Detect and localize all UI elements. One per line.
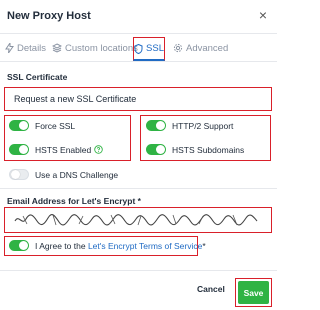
dns-challenge-toggle[interactable]: Use a DNS Challenge [9, 169, 118, 180]
hsts-enabled-switch[interactable] [9, 144, 29, 155]
gear-icon [173, 43, 183, 53]
tab-ssl[interactable]: SSL [133, 37, 165, 61]
ssl-certificate-select[interactable]: Request a new SSL Certificate [4, 87, 272, 111]
agree-required-mark: * [202, 240, 206, 251]
help-circle-icon[interactable] [94, 145, 103, 154]
shield-icon [134, 43, 143, 54]
tab-advanced[interactable]: Advanced [173, 34, 228, 62]
email-label-text: Email Address for Let's Encrypt [7, 196, 136, 206]
redacted-email-scribble [14, 214, 258, 226]
http2-switch[interactable] [146, 120, 166, 131]
tab-advanced-label: Advanced [186, 42, 229, 54]
dialog-title: New Proxy Host [7, 10, 91, 22]
email-required-mark: * [137, 196, 141, 206]
hsts-enabled-label: HSTS Enabled [35, 144, 92, 155]
tab-custom-locations[interactable]: Custom locations [52, 34, 138, 62]
section-divider [0, 188, 277, 189]
ssl-certificate-label: SSL Certificate [7, 72, 68, 82]
hsts-enabled-toggle[interactable]: HSTS Enabled [9, 144, 103, 155]
hsts-subdomains-switch[interactable] [146, 144, 166, 155]
tab-details-label: Details [17, 42, 47, 54]
agree-switch[interactable] [9, 240, 29, 251]
tab-custom-locations-label: Custom locations [65, 42, 138, 54]
dialog-header: New Proxy Host × [0, 0, 277, 34]
http2-label: HTTP/2 Support [172, 120, 234, 131]
tab-bar: Details Custom locations SSL Advanced [0, 34, 277, 62]
agree-prefix: I Agree to the [35, 240, 86, 251]
terms-of-service-link[interactable]: Let's Encrypt Terms of Service [88, 241, 202, 251]
http2-toggle[interactable]: HTTP/2 Support [146, 120, 233, 131]
agree-text: I Agree to the Let's Encrypt Terms of Se… [35, 241, 206, 251]
agree-toggle[interactable]: I Agree to the Let's Encrypt Terms of Se… [9, 240, 206, 251]
force-ssl-label: Force SSL [35, 120, 76, 131]
zap-icon [5, 43, 14, 53]
hsts-subdomains-toggle[interactable]: HSTS Subdomains [146, 144, 244, 155]
ssl-certificate-value: Request a new SSL Certificate [14, 94, 137, 104]
email-label: Email Address for Let's Encrypt * [7, 196, 141, 206]
layers-icon [52, 43, 62, 53]
email-input[interactable] [4, 207, 272, 233]
force-ssl-switch[interactable] [9, 120, 29, 131]
save-button[interactable]: Save [238, 281, 269, 304]
dns-challenge-label: Use a DNS Challenge [35, 169, 119, 180]
dns-challenge-switch[interactable] [9, 169, 29, 180]
tab-details[interactable]: Details [5, 34, 46, 62]
footer-divider [0, 270, 277, 271]
cancel-button[interactable]: Cancel [197, 284, 225, 294]
close-icon[interactable]: × [259, 8, 267, 22]
save-highlight: Save [235, 278, 272, 307]
tab-ssl-label: SSL [146, 43, 164, 54]
force-ssl-toggle[interactable]: Force SSL [9, 120, 75, 131]
hsts-subdomains-label: HSTS Subdomains [172, 144, 245, 155]
